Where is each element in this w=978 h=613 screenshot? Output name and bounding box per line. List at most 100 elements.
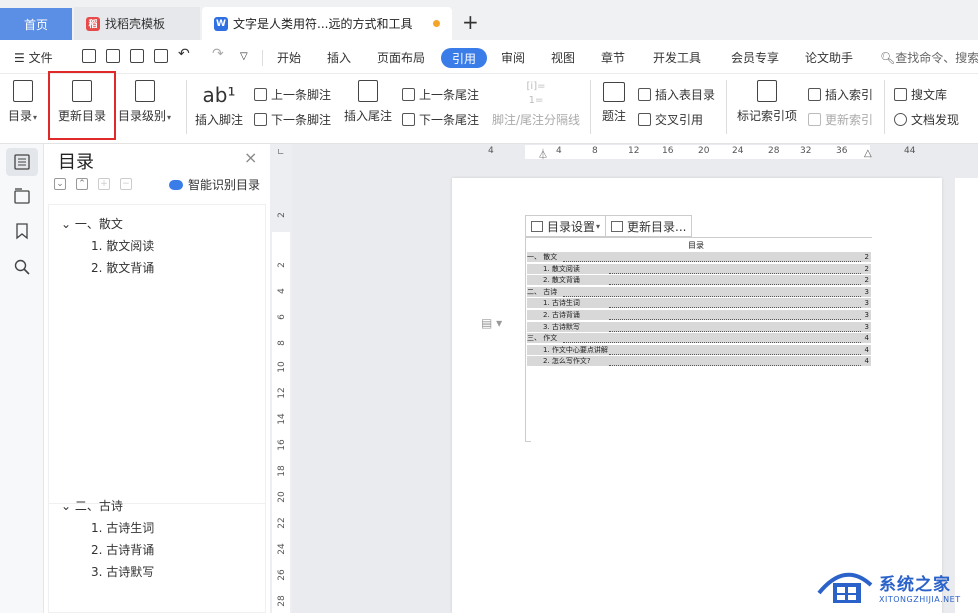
right-indent-marker-icon[interactable]: △	[864, 148, 872, 159]
smart-toc-button[interactable]: 智能识别目录	[169, 176, 260, 193]
toc-button[interactable]: 目录▾	[8, 80, 37, 124]
prev-footnote-button[interactable]: 上一条脚注	[254, 86, 331, 103]
search-nav-icon[interactable]	[13, 258, 31, 276]
menu-review[interactable]: 审阅	[501, 49, 525, 66]
toc-entry-level2[interactable]: 2. 散文背诵	[91, 259, 154, 276]
document-toc-line[interactable]: 2. 古诗背诵 3	[527, 310, 871, 320]
writer-logo-icon: W	[214, 16, 228, 31]
menu-reference[interactable]: 引用	[441, 48, 487, 68]
redo-icon[interactable]: ↷	[212, 46, 224, 62]
close-icon[interactable]: ×	[244, 148, 257, 167]
search-library-button[interactable]: 搜文库	[894, 86, 947, 103]
toc-entry-level1[interactable]: ⌄ 一、散文	[61, 215, 123, 232]
toc-line-text: 二、 古诗	[527, 288, 558, 296]
export-icon[interactable]	[106, 49, 120, 63]
document-toc-line[interactable]: 三、 作文 4	[527, 333, 871, 343]
preview-icon[interactable]	[154, 49, 168, 63]
dropdown-caret-icon: ▾	[596, 221, 601, 231]
menu-developer[interactable]: 开发工具	[653, 49, 701, 66]
collapse-all-icon[interactable]: ⌃	[76, 178, 88, 190]
mark-index-button[interactable]: 标记索引项	[737, 80, 797, 124]
chapter-nav-icon[interactable]	[13, 187, 31, 205]
toc-settings-button[interactable]: 目录设置 ▾	[526, 216, 605, 236]
file-menu[interactable]: ☰ 文件	[14, 49, 53, 66]
tab-stop-icon[interactable]: ∟	[277, 148, 285, 158]
document-toc-line[interactable]: 1. 作文中心要点讲解 4	[527, 345, 871, 355]
toc-level-button[interactable]: 目录级别▾	[118, 80, 171, 124]
toc-entry-level2[interactable]: 2. 古诗背诵	[91, 541, 154, 558]
toc-settings-label: 目录设置	[547, 219, 596, 234]
caption-button[interactable]: 题注	[602, 80, 626, 124]
dropdown-caret-icon: ▾	[167, 113, 172, 122]
toc-entry-level2[interactable]: 1. 散文阅读	[91, 237, 154, 254]
toc-entry-level1[interactable]: ⌄ 二、古诗	[61, 497, 123, 514]
document-toc-line[interactable]: 2. 散文背诵 2	[527, 275, 871, 285]
footnote-ab-icon: ab¹	[202, 83, 236, 107]
insert-endnote-button[interactable]: 插入尾注	[344, 80, 392, 124]
menu-chapter[interactable]: 章节	[601, 49, 625, 66]
menu-view[interactable]: 视图	[551, 49, 575, 66]
expand-all-icon[interactable]: ⌄	[54, 178, 66, 190]
paragraph-menu-icon[interactable]: ▤ ▾	[481, 316, 502, 330]
toc-line-leader	[609, 356, 861, 366]
toc-line-text: 三、 作文	[527, 334, 558, 342]
next-endnote-label: 下一条尾注	[419, 113, 480, 127]
new-tab-button[interactable]: +	[462, 10, 479, 34]
toc-panel: 目录 × ⌄ ⌃ + − 智能识别目录 ⌄ 一、散文 1. 散文阅读 2. 散文…	[44, 144, 270, 613]
cross-ref-label: 交叉引用	[655, 113, 704, 127]
undo-icon[interactable]: ↶	[178, 46, 190, 62]
tab-document[interactable]: W 文字是人类用符...远的方式和工具	[202, 7, 452, 40]
next-endnote-button[interactable]: 下一条尾注	[402, 111, 479, 128]
toc-nav-icon[interactable]	[13, 153, 31, 171]
ruler-tick-label: 2	[277, 262, 287, 268]
smart-ai-icon	[169, 179, 183, 190]
ruler-tick-label: 28	[768, 146, 780, 156]
toc-entry-level2[interactable]: 3. 古诗默写	[91, 563, 154, 580]
watermark: 系统之家 XITONGZHIJIA.NET	[815, 565, 961, 609]
ruler-tick-label: 26	[277, 569, 287, 581]
document-toc-line[interactable]: 二、 古诗 3	[527, 287, 871, 297]
save-icon[interactable]	[82, 49, 96, 63]
tab-home[interactable]: 首页	[0, 8, 72, 40]
insert-footnote-button[interactable]: ab¹ 插入脚注	[195, 80, 243, 128]
command-search[interactable]: 🔍︎查找命令、搜索	[880, 49, 978, 66]
tab-template[interactable]: 稻 找稻壳模板	[74, 7, 200, 40]
ruler-tick-label: 4	[488, 146, 494, 156]
menu-start[interactable]: 开始	[277, 49, 301, 66]
print-icon[interactable]	[130, 49, 144, 63]
document-toc-line[interactable]: 1. 古诗生词 3	[527, 298, 871, 308]
remove-heading-icon[interactable]: −	[120, 178, 132, 190]
toc-tree-top: ⌄ 一、散文 1. 散文阅读 2. 散文背诵	[48, 204, 266, 504]
cross-ref-button[interactable]: 交叉引用	[638, 111, 703, 128]
indent-marker-icon[interactable]: ⏃	[538, 146, 548, 161]
prev-endnote-button[interactable]: 上一条尾注	[402, 86, 479, 103]
document-toc-line[interactable]: 1. 散文阅读 2	[527, 264, 871, 274]
menu-member[interactable]: 会员专享	[731, 49, 779, 66]
add-heading-icon[interactable]: +	[98, 178, 110, 190]
toc-entry-label: 二、古诗	[74, 499, 123, 513]
next-footnote-button[interactable]: 下一条脚注	[254, 111, 331, 128]
tab-document-label: 文字是人类用符...远的方式和工具	[233, 17, 413, 31]
update-index-button[interactable]: 更新索引	[808, 111, 873, 128]
update-index-icon	[808, 113, 821, 126]
dropdown-caret-icon: ▾	[33, 113, 38, 122]
menu-insert[interactable]: 插入	[327, 49, 351, 66]
toc-line-page: 2	[864, 265, 869, 273]
doc-discover-button[interactable]: 文档发现	[894, 111, 959, 128]
next-page	[955, 178, 978, 613]
ruler-tick-label: 2	[277, 212, 287, 218]
document-toc-line[interactable]: 2. 怎么写作文? 4	[527, 356, 871, 366]
tab-home-label: 首页	[23, 17, 48, 32]
menu-thesis[interactable]: 论文助手	[805, 49, 853, 66]
document-toc-line[interactable]: 一、 散文 2	[527, 252, 871, 262]
toc-entry-level2[interactable]: 1. 古诗生词	[91, 519, 154, 536]
insert-index-button[interactable]: 插入索引	[808, 86, 873, 103]
search-icon: 🔍︎	[880, 51, 896, 65]
document-toc-line[interactable]: 3. 古诗默写 3	[527, 322, 871, 332]
customize-chevron-icon[interactable]: ▽	[240, 51, 248, 62]
update-toc-inline-button[interactable]: 更新目录...	[605, 216, 691, 236]
menu-page-layout[interactable]: 页面布局	[377, 49, 425, 66]
bookmark-icon[interactable]	[13, 222, 31, 240]
insert-table-toc-button[interactable]: 插入表目录	[638, 86, 715, 103]
separator-line-button[interactable]: [i]= 1= 脚注/尾注分隔线	[492, 80, 580, 128]
